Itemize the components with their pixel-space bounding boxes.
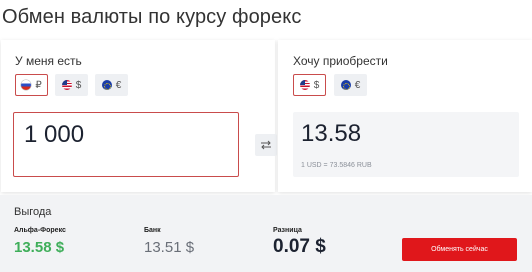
alfa-forex-value: 13.58 $: [14, 239, 65, 256]
have-amount-value: 1 000: [24, 121, 85, 148]
want-label: Хочу приобрести: [293, 54, 388, 68]
exchange-rate-text: 1 USD = 73.5846 RUB: [301, 162, 372, 169]
have-currency-eur[interactable]: €: [95, 74, 128, 96]
want-amount-value: 13.58: [301, 120, 362, 147]
ru-flag-icon: [21, 80, 32, 90]
have-currency-usd[interactable]: $: [55, 74, 88, 96]
want-currency-usd[interactable]: $: [293, 74, 326, 96]
currency-symbol: €: [115, 79, 122, 91]
swap-currencies-button[interactable]: [255, 134, 277, 156]
have-amount-input[interactable]: 1 000: [13, 112, 239, 177]
exchange-now-button[interactable]: Обменять сейчас: [402, 238, 517, 261]
alfa-forex-label: Альфа-Форекс: [14, 227, 66, 234]
bank-value: 13.51 $: [144, 239, 195, 256]
eu-flag-icon: [340, 80, 351, 90]
us-flag-icon: [299, 80, 310, 90]
want-amount-display: 13.58 1 USD = 73.5846 RUB: [293, 112, 519, 177]
currency-symbol: $: [313, 79, 320, 91]
currency-symbol: ₽: [35, 79, 42, 91]
benefit-section: Выгода Альфа-Форекс 13.58 $ Банк 13.51 $…: [0, 195, 532, 272]
bank-label: Банк: [144, 227, 161, 234]
us-flag-icon: [61, 80, 72, 90]
have-label: У меня есть: [15, 54, 82, 68]
swap-icon: [261, 140, 271, 150]
page-title: Обмен валюты по курсу форекс: [2, 6, 302, 28]
currency-symbol: $: [75, 79, 82, 91]
difference-label: Разница: [273, 227, 302, 234]
have-currency-rub[interactable]: ₽: [15, 74, 48, 96]
difference-value: 0.07 $: [273, 236, 326, 257]
benefit-label: Выгода: [14, 206, 52, 218]
eu-flag-icon: [101, 80, 112, 90]
want-currency-eur[interactable]: €: [334, 74, 367, 96]
currency-symbol: €: [354, 79, 361, 91]
